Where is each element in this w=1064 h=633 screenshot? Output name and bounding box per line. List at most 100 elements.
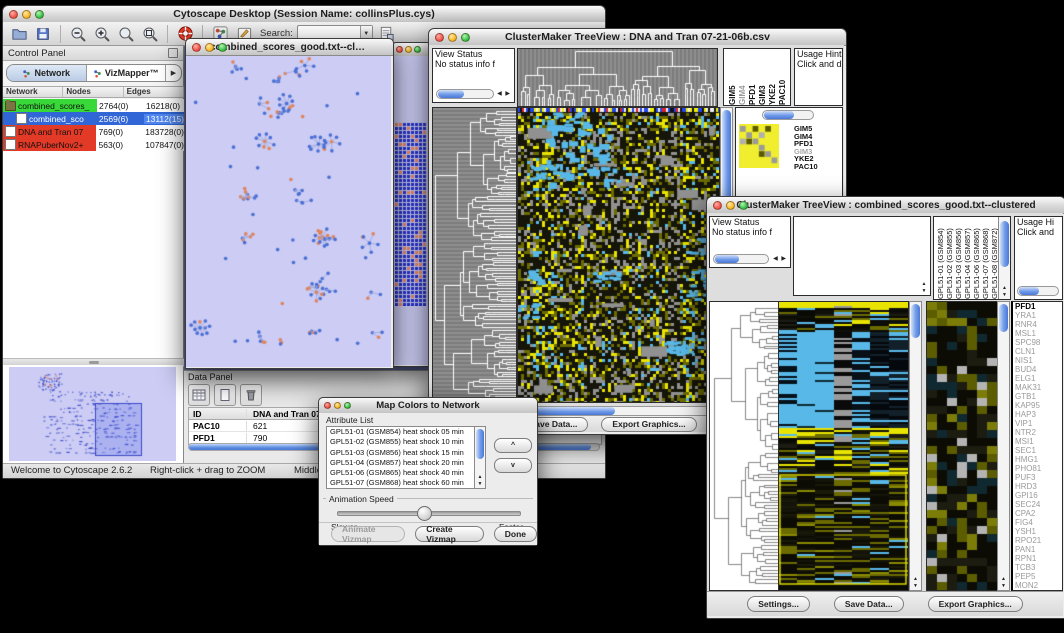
column-label[interactable]: GPL51-02 (GSM855) xyxy=(945,217,954,299)
attribute-list-item[interactable]: GPL51-01 (GSM854) heat shock 05 min xyxy=(327,427,474,437)
minimize-button[interactable] xyxy=(22,10,31,19)
gene-label[interactable]: RNR4 xyxy=(1015,320,1062,329)
gene-label[interactable]: SEC1 xyxy=(1015,446,1062,455)
gene-label[interactable]: PAN1 xyxy=(1015,545,1062,554)
network-window-titlebar[interactable]: combined_scores_good.txt--cluste... xyxy=(186,39,393,56)
tabs-overflow-arrow[interactable]: ▶ xyxy=(166,65,181,81)
column-header[interactable]: Network xyxy=(3,87,63,97)
zoom-button[interactable] xyxy=(461,33,470,42)
move-up-button[interactable]: ^ xyxy=(494,438,532,453)
view-status-hscrollbar[interactable] xyxy=(436,89,494,99)
gene-label[interactable]: ELG1 xyxy=(1015,374,1062,383)
zoom-button[interactable] xyxy=(218,43,227,52)
gene-label[interactable]: SPC98 xyxy=(1015,338,1062,347)
scroll-down-arrow[interactable]: ▼ xyxy=(998,583,1009,589)
heatmap-canvas[interactable] xyxy=(517,107,720,403)
zoom-button[interactable] xyxy=(35,10,44,19)
close-button[interactable] xyxy=(192,43,201,52)
usage-hscrollbar[interactable] xyxy=(1017,286,1059,296)
heatmap-vscrollbar[interactable]: ▲ ▼ xyxy=(909,301,922,591)
heatmap-canvas[interactable] xyxy=(778,301,909,591)
gene-label[interactable]: MAK31 xyxy=(1015,383,1062,392)
scrollbar-thumb[interactable] xyxy=(1019,287,1039,295)
zoom-heatmap-canvas[interactable] xyxy=(739,124,779,168)
gene-label[interactable]: PUF3 xyxy=(1015,473,1062,482)
zoom-button[interactable] xyxy=(344,402,351,409)
close-button[interactable] xyxy=(713,201,722,210)
column-dendrogram-canvas[interactable] xyxy=(517,48,718,107)
gene-label[interactable]: MSL1 xyxy=(1015,329,1062,338)
scroll-up-arrow[interactable]: ▲ xyxy=(998,576,1009,582)
gene-label[interactable]: PFD1 xyxy=(1015,302,1062,311)
dialog-button[interactable]: Create Vizmap xyxy=(415,526,484,542)
gene-label[interactable]: CPA2 xyxy=(1015,509,1062,518)
row-dendrogram-canvas[interactable] xyxy=(432,107,517,403)
column-label[interactable]: GPL51-06 (GSM865) xyxy=(972,217,981,299)
treeview-button[interactable]: Export Graphics... xyxy=(601,417,696,432)
gene-label[interactable]: GTB1 xyxy=(1015,392,1062,401)
network-row[interactable]: DNA and Tran 07 769(0) 183728(0) xyxy=(3,125,184,138)
scrollbar-thumb[interactable] xyxy=(911,304,920,338)
column-label[interactable]: YKE2 xyxy=(768,49,777,105)
row-dendrogram-canvas[interactable] xyxy=(709,301,779,591)
attribute-list-item[interactable]: GPL51-06 (GSM865) heat shock 40 min xyxy=(327,468,474,478)
close-button[interactable] xyxy=(396,46,403,53)
gene-label[interactable]: HAP3 xyxy=(1015,410,1062,419)
row-label[interactable]: PAC10 xyxy=(794,163,818,171)
scroll-up-arrow[interactable]: ▲ xyxy=(475,474,485,480)
column-header[interactable]: Nodes xyxy=(63,87,123,97)
column-label[interactable]: GIM3 xyxy=(758,49,767,105)
zoom-button[interactable] xyxy=(414,46,421,53)
gene-label[interactable]: PHO81 xyxy=(1015,464,1062,473)
slider-thumb[interactable] xyxy=(417,506,432,521)
minimize-button[interactable] xyxy=(726,201,735,210)
gene-label[interactable]: HRD3 xyxy=(1015,482,1062,491)
attribute-listbox[interactable]: GPL51-01 (GSM854) heat shock 05 min GPL51… xyxy=(326,426,486,489)
gene-label[interactable]: VIP1 xyxy=(1015,419,1062,428)
scrollbar-thumb[interactable] xyxy=(715,255,739,263)
zoom-button[interactable] xyxy=(739,201,748,210)
labels-vscrollbar[interactable]: ▲ ▼ xyxy=(998,217,1010,299)
scroll-arrows[interactable]: ◀ ▶ xyxy=(773,255,787,262)
open-file-button[interactable] xyxy=(9,24,29,44)
panel-tab[interactable]: Network xyxy=(7,65,87,81)
column-label[interactable]: GPL51-04 (GSM857) xyxy=(963,217,972,299)
zoom-vscrollbar[interactable]: ▲ ▼ xyxy=(997,301,1010,591)
scroll-up-arrow[interactable]: ▲ xyxy=(999,285,1010,291)
attribute-list-item[interactable]: GPL51-07 (GSM868) heat shock 60 min xyxy=(327,478,474,488)
scrollbar-thumb[interactable] xyxy=(999,304,1008,332)
gene-label[interactable]: NIS1 xyxy=(1015,356,1062,365)
gene-label[interactable]: HMG1 xyxy=(1015,455,1062,464)
attribute-select-icon[interactable] xyxy=(188,384,210,406)
column-label[interactable]: GPL51-07 (GSM868) xyxy=(981,217,990,299)
move-down-button[interactable]: v xyxy=(494,458,532,473)
main-titlebar[interactable]: Cytoscape Desktop (Session Name: collins… xyxy=(3,6,605,23)
zoom-fit-icon[interactable] xyxy=(140,24,160,44)
new-attribute-icon[interactable] xyxy=(214,384,236,406)
gene-label[interactable]: RPO21 xyxy=(1015,536,1062,545)
column-label[interactable]: GIM5 xyxy=(728,49,737,105)
close-button[interactable] xyxy=(435,33,444,42)
network-row[interactable]: combined_scores_ 2764(0) 16218(0) xyxy=(3,99,184,112)
gene-label[interactable]: SEC24 xyxy=(1015,500,1062,509)
gene-label[interactable]: PEP5 xyxy=(1015,572,1062,581)
gene-label[interactable]: BUD4 xyxy=(1015,365,1062,374)
save-button[interactable] xyxy=(33,24,53,44)
zoom-selected-icon[interactable] xyxy=(116,24,136,44)
matrix-view-content[interactable] xyxy=(393,56,428,365)
scroll-down-arrow[interactable]: ▼ xyxy=(475,481,485,487)
minimize-button[interactable] xyxy=(405,46,412,53)
gene-label[interactable]: NTR2 xyxy=(1015,428,1062,437)
scrollbar-thumb[interactable] xyxy=(764,111,794,119)
network-view-canvas[interactable] xyxy=(186,56,391,367)
scroll-down-arrow[interactable]: ▼ xyxy=(910,583,921,589)
treeview-button[interactable]: Save Data... xyxy=(834,596,904,612)
close-button[interactable] xyxy=(9,10,18,19)
gene-label[interactable]: FIG4 xyxy=(1015,518,1062,527)
zoom-in-icon[interactable] xyxy=(92,24,112,44)
column-label[interactable]: GPL51-03 (GSM856) xyxy=(954,217,963,299)
minimize-button[interactable] xyxy=(334,402,341,409)
network-row[interactable]: combined_sco 2569(6) 13112(15) xyxy=(3,112,184,125)
gene-label[interactable]: GPI16 xyxy=(1015,491,1062,500)
matrix-window-titlebar[interactable] xyxy=(393,43,430,57)
